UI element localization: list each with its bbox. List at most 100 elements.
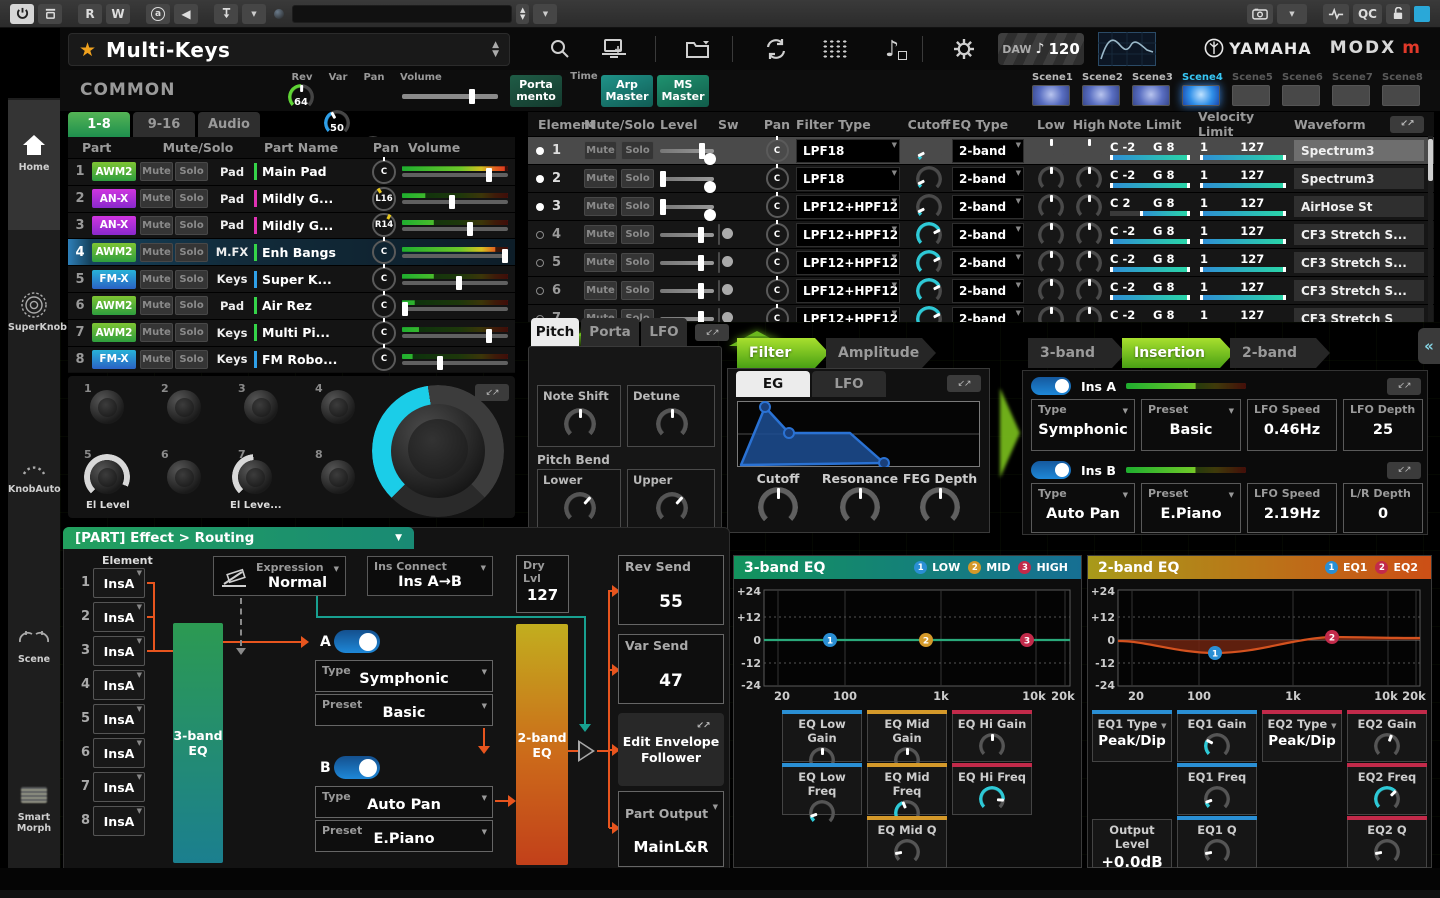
filter-type-dropdown[interactable]: LPF18 bbox=[796, 167, 900, 191]
element-switch[interactable] bbox=[718, 280, 720, 301]
automation-mode-button[interactable]: a bbox=[146, 4, 170, 24]
note-limit[interactable]: C -2G 8 bbox=[1108, 308, 1198, 323]
routing-header-dropdown[interactable]: [PART] Effect > Routing▼ bbox=[63, 527, 414, 549]
tab-eg[interactable]: EG bbox=[736, 371, 810, 397]
velocity-limit[interactable]: 1127 bbox=[1198, 196, 1294, 218]
collapse-button[interactable]: « bbox=[1418, 328, 1440, 364]
ins-a-lfo-depth[interactable]: LFO Depth 25 bbox=[1343, 399, 1423, 451]
mute-button[interactable]: Mute bbox=[584, 141, 617, 160]
snapshot-button[interactable] bbox=[1247, 4, 1273, 24]
performance-name-box[interactable]: ★ Multi-Keys ▲▼ bbox=[68, 33, 510, 66]
filter-eg-graph[interactable] bbox=[737, 401, 980, 467]
cutoff-knob[interactable] bbox=[916, 138, 942, 164]
solo-button[interactable]: Solo bbox=[621, 197, 654, 216]
element-pan-knob[interactable]: C bbox=[766, 307, 789, 322]
mute-button[interactable]: Mute bbox=[584, 281, 617, 300]
part-pan-knob[interactable]: C bbox=[372, 160, 396, 184]
detune-knob[interactable] bbox=[656, 408, 688, 440]
ins-connect-box[interactable]: Ins Connect Ins A→B bbox=[367, 556, 493, 596]
part-pan-knob[interactable]: C bbox=[372, 347, 396, 371]
velocity-limit[interactable]: 1127 bbox=[1198, 140, 1294, 162]
element-ins-dropdown[interactable]: InsA bbox=[93, 738, 145, 768]
routing-b-toggle[interactable] bbox=[334, 756, 380, 779]
solo-button[interactable]: Solo bbox=[621, 225, 654, 244]
eq-high-knob[interactable] bbox=[1076, 222, 1102, 248]
mute-button[interactable]: Mute bbox=[140, 189, 173, 208]
tab-insertion[interactable]: Insertion bbox=[1122, 338, 1234, 368]
eq-hi-gain[interactable]: EQ Hi Gain bbox=[952, 713, 1032, 762]
sidebar-item-home[interactable]: Home bbox=[8, 100, 60, 230]
solo-button[interactable]: Solo bbox=[175, 189, 208, 208]
volume-slider[interactable] bbox=[402, 334, 508, 338]
ins-a-lfo-speed[interactable]: LFO Speed 0.46Hz bbox=[1247, 399, 1337, 451]
tab-parts-9-16[interactable]: 9-16 bbox=[133, 112, 195, 137]
search-button[interactable] bbox=[540, 35, 580, 63]
element-pan-knob[interactable]: C bbox=[766, 279, 789, 302]
eq-low-freq[interactable]: EQ Low Freq bbox=[782, 766, 862, 815]
portamento-button[interactable]: Portamento bbox=[510, 75, 562, 107]
preset-dropdown-button[interactable] bbox=[242, 4, 266, 24]
2band-eq-graph[interactable]: +24+120-12-24 201001k10k20k 1 2 bbox=[1092, 582, 1429, 704]
midi-activity-button[interactable] bbox=[1323, 4, 1349, 24]
super-knob[interactable] bbox=[372, 385, 504, 517]
eq-high-knob[interactable] bbox=[1076, 138, 1102, 164]
velocity-limit[interactable]: 1127 bbox=[1198, 252, 1294, 274]
expression-box[interactable]: Expression Normal bbox=[213, 556, 346, 596]
scene-button-7[interactable]: Scene7 bbox=[1332, 72, 1372, 106]
volume-slider[interactable] bbox=[402, 361, 508, 365]
ins-b-lr-depth[interactable]: L/R Depth 0 bbox=[1343, 483, 1423, 533]
eq-high-knob[interactable] bbox=[1076, 250, 1102, 276]
performance-stepper[interactable]: ▲▼ bbox=[492, 41, 499, 59]
level-slider[interactable] bbox=[660, 233, 714, 237]
eq-low-knob[interactable] bbox=[1038, 306, 1064, 323]
eq2-q[interactable]: EQ2 Q bbox=[1347, 819, 1427, 868]
volume-slider[interactable] bbox=[402, 254, 508, 258]
routing-3band-eq-block[interactable]: 3-bandEQ bbox=[173, 623, 223, 863]
part-pan-knob[interactable]: C bbox=[372, 321, 396, 345]
part-volume[interactable] bbox=[402, 193, 508, 204]
eq1-gain[interactable]: EQ1 Gain bbox=[1177, 713, 1257, 762]
eg-point[interactable] bbox=[879, 458, 889, 467]
element-pan-knob[interactable]: C bbox=[766, 139, 789, 162]
part-volume[interactable] bbox=[402, 247, 508, 258]
note-limit[interactable]: C -2G 8 bbox=[1108, 140, 1198, 162]
eq-high-knob[interactable] bbox=[1076, 194, 1102, 220]
mute-button[interactable]: Mute bbox=[584, 197, 617, 216]
solo-button[interactable]: Solo bbox=[175, 243, 208, 262]
solo-button[interactable]: Solo bbox=[175, 350, 208, 369]
arp-master-button[interactable]: ArpMaster bbox=[601, 75, 653, 107]
part-row[interactable]: 7 AWM2 Mute Solo Keys Multi Pi... C bbox=[68, 319, 515, 346]
preset-name-field[interactable] bbox=[292, 5, 512, 23]
part-output-box[interactable]: Part Output MainL&R bbox=[618, 791, 724, 867]
mute-button[interactable]: Mute bbox=[140, 270, 173, 289]
level-slider[interactable] bbox=[660, 289, 714, 293]
b-preset-box[interactable]: Preset E.Piano bbox=[315, 820, 493, 852]
pitch-bend-lower-knob[interactable] bbox=[564, 492, 596, 524]
rev-send-box[interactable]: Rev Send 55 bbox=[618, 555, 724, 625]
bypass-button[interactable] bbox=[38, 4, 62, 24]
filter-resonance-knob[interactable] bbox=[840, 487, 880, 527]
volume-slider[interactable] bbox=[402, 307, 508, 311]
feg-depth-knob[interactable] bbox=[920, 487, 960, 527]
scene-button-3[interactable]: Scene3 bbox=[1132, 72, 1172, 106]
tab-filter[interactable]: Filter bbox=[737, 338, 829, 368]
part-volume[interactable] bbox=[402, 300, 508, 311]
eg-point[interactable] bbox=[784, 428, 794, 438]
part-volume[interactable] bbox=[402, 220, 508, 231]
eq-mid-gain[interactable]: EQ Mid Gain bbox=[867, 713, 947, 762]
eg-point[interactable] bbox=[760, 402, 770, 412]
assign-knob-1[interactable] bbox=[90, 390, 124, 424]
quick-controls-button[interactable]: QC bbox=[1353, 4, 1382, 24]
tab-lfo[interactable]: LFO bbox=[641, 318, 687, 346]
element-ins-dropdown[interactable]: InsA bbox=[93, 602, 145, 632]
a-type-box[interactable]: Type Symphonic bbox=[315, 660, 493, 692]
pitch-bend-upper-knob[interactable] bbox=[656, 492, 688, 524]
part-row[interactable]: 6 AWM2 Mute Solo Pad Air Rez C bbox=[68, 292, 515, 319]
solo-button[interactable]: Solo bbox=[621, 169, 654, 188]
tab-3band[interactable]: 3-band bbox=[1028, 338, 1126, 368]
filter-type-dropdown[interactable]: LPF18 bbox=[796, 139, 900, 163]
ins-b-toggle[interactable] bbox=[1031, 461, 1071, 479]
eq-low-gain[interactable]: EQ Low Gain bbox=[782, 713, 862, 762]
element-pan-knob[interactable]: C bbox=[766, 195, 789, 218]
element-row[interactable]: 6 MuteSolo C LPF12+HPF12 2-band C -2G 8 … bbox=[528, 276, 1434, 304]
